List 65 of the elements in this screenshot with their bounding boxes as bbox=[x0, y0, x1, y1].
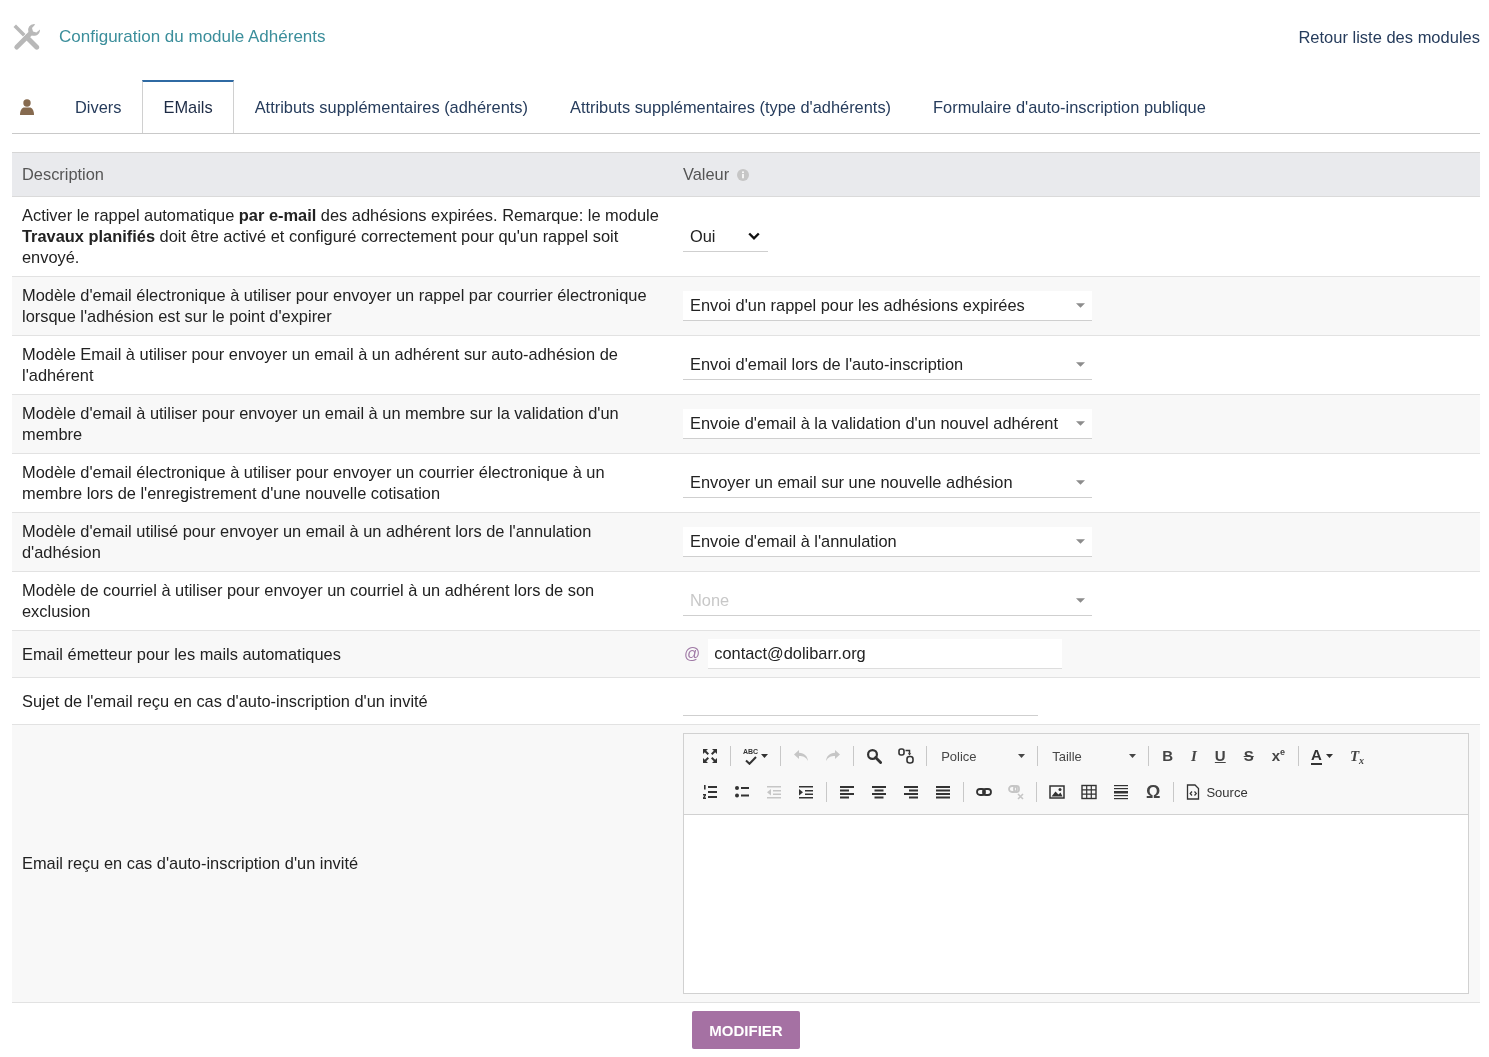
setting-label: Email émetteur pour les mails automatiques bbox=[22, 644, 341, 663]
back-link[interactable]: Retour liste des modules bbox=[1298, 27, 1480, 47]
special-character-button[interactable]: Ω bbox=[1146, 783, 1161, 801]
person-icon bbox=[20, 98, 34, 115]
dropdown[interactable]: Oui bbox=[683, 221, 768, 252]
horizontal-rule-icon[interactable] bbox=[1113, 784, 1129, 800]
chevron-down-icon bbox=[748, 232, 760, 240]
document-icon bbox=[1186, 784, 1201, 800]
dropdown[interactable]: Envoi d'un rappel pour les adhésions expirées bbox=[683, 291, 1092, 321]
tab[interactable]: Attributs supplémentaires (type d'adhérents) bbox=[548, 80, 913, 133]
caret-down-icon bbox=[1129, 754, 1137, 758]
bullet-list-icon[interactable] bbox=[734, 784, 750, 800]
caret-down-icon bbox=[1325, 754, 1333, 758]
strikethrough-button[interactable]: S bbox=[1243, 747, 1254, 765]
tab[interactable]: Attributs supplémentaires (adhérents) bbox=[233, 80, 549, 133]
submit-button[interactable]: MODIFIER bbox=[692, 1011, 800, 1049]
caret-down-icon bbox=[761, 754, 769, 758]
underline-button[interactable]: U bbox=[1214, 747, 1226, 765]
align-right-icon[interactable] bbox=[903, 784, 919, 800]
setting-label: Modèle de courriel à utiliser pour envoyer un courriel à un adhérent lors de son exclusion bbox=[22, 581, 595, 620]
align-left-icon[interactable] bbox=[839, 784, 855, 800]
check-icon bbox=[744, 755, 757, 765]
setting-label: Modèle d'email électronique à utiliser pour envoyer un rappel par courrier électronique lorsque l'adhésion est sur le point d'expirer bbox=[22, 286, 647, 325]
tab[interactable]: EMails bbox=[142, 80, 234, 133]
tools-icon bbox=[12, 23, 42, 51]
tab[interactable]: Divers bbox=[54, 80, 143, 133]
caret-down-icon bbox=[1018, 754, 1026, 758]
indent-icon[interactable] bbox=[798, 784, 814, 800]
search-icon[interactable] bbox=[866, 748, 883, 764]
justify-icon[interactable] bbox=[935, 784, 951, 800]
setting-label: Activer le rappel automatique par e-mail des adhésions expirées. Remarque: le module Travaux planifiés doit être activé et configuré correctement pour qu'un rappel soit envoyé. bbox=[22, 206, 659, 266]
numbered-list-icon[interactable] bbox=[702, 784, 718, 800]
clear-format-button[interactable]: T$_{x}$ bbox=[1349, 747, 1365, 765]
caret-down-icon bbox=[1076, 539, 1085, 544]
italic-button[interactable]: I bbox=[1191, 747, 1197, 765]
email-field[interactable]: contact@dolibarr.org bbox=[708, 639, 1063, 669]
toolbar-dropdown[interactable]: Taille bbox=[1052, 748, 1137, 764]
setting-label: Modèle d'email électronique à utiliser pour envoyer un courrier électronique à un membre lors de l'enregistrement d'une nouvelle cotisation bbox=[22, 463, 605, 502]
image-icon[interactable] bbox=[1049, 784, 1065, 800]
tab[interactable]: Formulaire d'auto-inscription publique bbox=[912, 80, 1227, 133]
setting-label: Modèle Email à utiliser pour envoyer un email à un adhérent sur auto-adhésion de l'adhérent bbox=[22, 345, 618, 384]
setting-label: Email reçu en cas d'auto-inscription d'un invité bbox=[22, 854, 359, 872]
superscript-button[interactable]: x$^{e}$ bbox=[1271, 747, 1286, 765]
source-button[interactable]: Source bbox=[1186, 784, 1248, 800]
swap-icon[interactable] bbox=[898, 748, 915, 764]
column-header: Description bbox=[22, 165, 104, 184]
bold-button[interactable]: B bbox=[1162, 747, 1173, 765]
column-header: Valeur bbox=[683, 165, 730, 184]
caret-down-icon bbox=[1076, 598, 1085, 603]
maximize-icon[interactable] bbox=[702, 748, 718, 764]
at-sign-icon: @ bbox=[684, 645, 701, 663]
setting-label: Sujet de l'email reçu en cas d'auto-inscription d'un invité bbox=[22, 691, 428, 710]
caret-down-icon bbox=[1076, 303, 1085, 308]
setting-label: Modèle d'email à utiliser pour envoyer un email à un membre sur la validation d'un membre bbox=[22, 404, 619, 443]
setting-label: Modèle d'email utilisé pour envoyer un email à un adhérent lors de l'annulation d'adhésion bbox=[22, 522, 592, 561]
caret-down-icon bbox=[1076, 480, 1085, 485]
toolbar-dropdown[interactable]: Police bbox=[941, 748, 1026, 764]
dropdown[interactable]: Envoie d'email à la validation d'un nouvel adhérent bbox=[683, 409, 1092, 439]
dropdown[interactable]: Envoie d'email à l'annulation bbox=[683, 527, 1092, 557]
table-icon[interactable] bbox=[1081, 784, 1097, 800]
caret-down-icon bbox=[1076, 362, 1085, 367]
text-color-button[interactable]: A bbox=[1311, 747, 1333, 765]
align-center-icon[interactable] bbox=[871, 784, 887, 800]
caret-down-icon bbox=[1076, 421, 1085, 426]
page-title: Configuration du module Adhérents bbox=[59, 27, 326, 47]
